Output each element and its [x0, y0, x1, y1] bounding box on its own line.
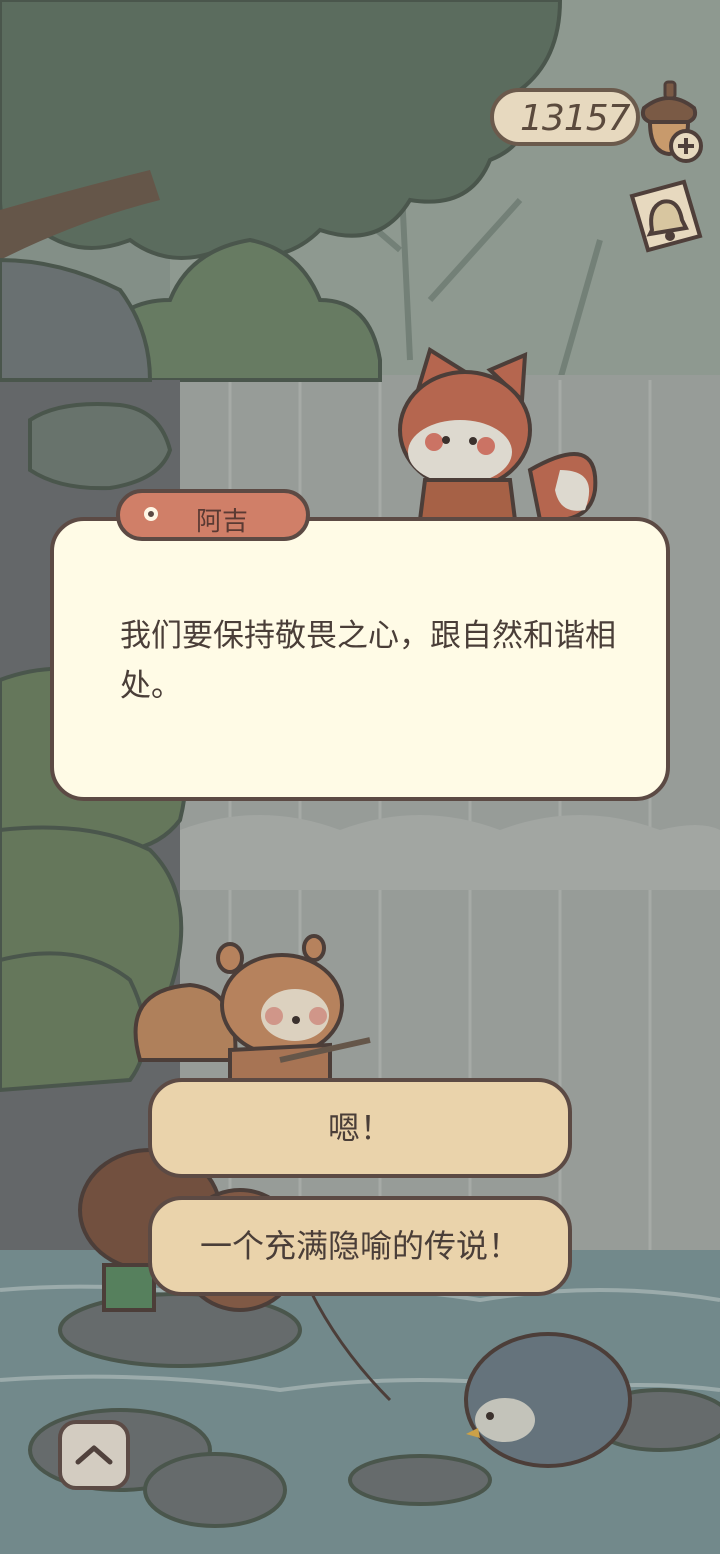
speaker-name-tag: 阿吉: [116, 489, 310, 541]
acorn-add-button[interactable]: [630, 78, 708, 164]
acorn-counter: 13157: [490, 88, 640, 146]
choice-button-1[interactable]: 嗯！: [148, 1078, 572, 1178]
speaker-name: 阿吉: [196, 507, 249, 537]
choice-button-2[interactable]: 一个充满隐喻的传说！: [148, 1196, 572, 1296]
plus-icon: [669, 129, 703, 163]
expand-button[interactable]: [58, 1420, 130, 1490]
chevron-up-icon: [75, 1445, 113, 1465]
acorn-count: 13157: [520, 98, 631, 139]
dialog-box[interactable]: 我们要保持敬畏之心，跟自然和谐相处。: [50, 517, 670, 801]
dialog-text: 我们要保持敬畏之心，跟自然和谐相处。: [120, 618, 616, 704]
speaker-dot-icon: [144, 507, 158, 521]
bell-icon: [629, 179, 703, 253]
notice-button[interactable]: [620, 178, 708, 258]
